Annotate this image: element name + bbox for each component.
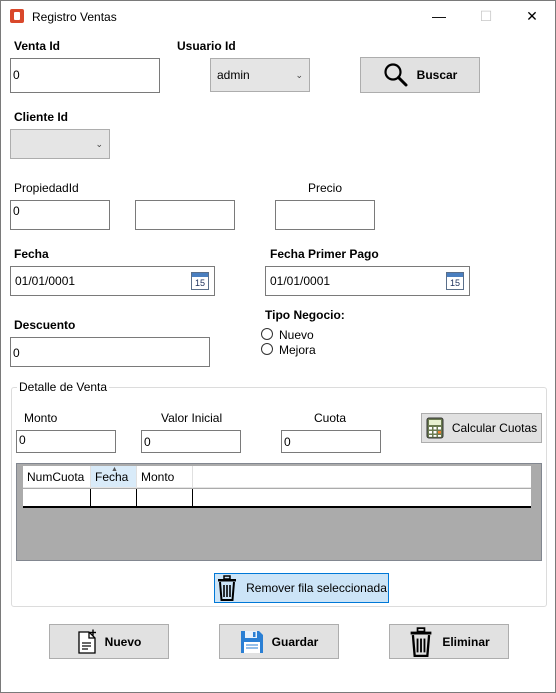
- grid-column-fecha[interactable]: ▲ Fecha: [91, 466, 137, 487]
- calculator-icon: [426, 417, 444, 439]
- usuario-id-value: admin: [217, 68, 250, 82]
- propiedad-id-input[interactable]: 0: [10, 200, 110, 230]
- cuota-input[interactable]: 0: [281, 430, 381, 453]
- cliente-id-select[interactable]: ⌄: [10, 129, 110, 159]
- title-bar: Registro Ventas — ☐ ✕: [1, 1, 555, 32]
- descuento-label: Descuento: [14, 318, 76, 332]
- trash-icon: [218, 575, 237, 601]
- chevron-down-icon: ⌄: [295, 70, 303, 80]
- radio-mejora-label[interactable]: Mejora: [279, 343, 316, 357]
- chevron-down-icon: ⌄: [95, 139, 103, 149]
- usuario-id-label: Usuario Id: [177, 39, 236, 53]
- cliente-id-label: Cliente Id: [14, 110, 69, 124]
- eliminar-button[interactable]: Eliminar: [389, 624, 509, 659]
- window-title: Registro Ventas: [32, 10, 117, 24]
- grid-header: NumCuota ▲ Fecha Monto: [23, 466, 531, 488]
- fecha-primer-pago-value: 01/01/0001: [270, 274, 331, 288]
- registro-ventas-window: Registro Ventas — ☐ ✕ Venta Id 0 Usuario…: [0, 0, 556, 693]
- grid-cell[interactable]: [137, 489, 193, 506]
- venta-id-label: Venta Id: [14, 39, 61, 53]
- precio-label: Precio: [308, 181, 343, 195]
- guardar-button[interactable]: Guardar: [219, 624, 339, 659]
- cuota-label: Cuota: [314, 411, 347, 425]
- trash-icon: [410, 626, 432, 657]
- precio-input[interactable]: [275, 200, 375, 230]
- radio-nuevo-label[interactable]: Nuevo: [279, 328, 314, 342]
- fecha-value: 01/01/0001: [15, 274, 76, 288]
- radio-mejora[interactable]: [261, 343, 273, 355]
- nuevo-label: Nuevo: [104, 634, 142, 649]
- fecha-primer-pago-label: Fecha Primer Pago: [270, 247, 379, 261]
- save-icon: [240, 630, 263, 653]
- fecha-primer-pago-date-picker[interactable]: 01/01/0001 15: [265, 266, 470, 296]
- fecha-label: Fecha: [14, 247, 49, 261]
- fecha-date-picker[interactable]: 01/01/0001 15: [10, 266, 215, 296]
- valor-inicial-label: Valor Inicial: [161, 411, 223, 425]
- remover-fila-label: Remover fila seleccionada: [246, 581, 387, 595]
- grid-column-monto[interactable]: Monto: [137, 466, 193, 487]
- monto-input[interactable]: 0: [16, 430, 116, 453]
- venta-id-input[interactable]: 0: [10, 58, 160, 93]
- guardar-label: Guardar: [271, 634, 319, 649]
- monto-label: Monto: [24, 411, 58, 425]
- remover-fila-button[interactable]: Remover fila seleccionada: [214, 573, 389, 603]
- buscar-label: Buscar: [416, 68, 458, 82]
- table-row[interactable]: [23, 489, 531, 508]
- grid-column-numcuota[interactable]: NumCuota: [23, 466, 91, 487]
- calendar-icon[interactable]: 15: [446, 272, 464, 290]
- tipo-negocio-label: Tipo Negocio:: [265, 308, 345, 322]
- minimize-button[interactable]: —: [416, 1, 462, 32]
- detalle-venta-title: Detalle de Venta: [17, 380, 110, 394]
- buscar-button[interactable]: Buscar: [360, 57, 480, 93]
- eliminar-label: Eliminar: [442, 634, 490, 649]
- close-button[interactable]: ✕: [509, 1, 555, 32]
- descuento-input[interactable]: 0: [10, 337, 210, 367]
- calcular-cuotas-label: Calcular Cuotas: [451, 421, 538, 435]
- calcular-cuotas-button[interactable]: Calcular Cuotas: [421, 413, 542, 443]
- search-icon: [384, 63, 408, 87]
- nuevo-button[interactable]: Nuevo: [49, 624, 169, 659]
- grid-cell[interactable]: [91, 489, 137, 506]
- radio-nuevo[interactable]: [261, 328, 273, 340]
- cuotas-grid[interactable]: NumCuota ▲ Fecha Monto: [16, 463, 542, 561]
- sort-ascending-icon: ▲: [111, 466, 118, 473]
- usuario-id-select[interactable]: admin ⌄: [210, 58, 310, 92]
- propiedad-id-label: PropiedadId: [14, 181, 79, 195]
- valor-inicial-input[interactable]: 0: [141, 430, 241, 453]
- app-icon: [10, 9, 24, 23]
- calendar-icon[interactable]: 15: [191, 272, 209, 290]
- grid-cell[interactable]: [23, 489, 91, 506]
- maximize-button: ☐: [479, 8, 493, 24]
- new-document-icon: [78, 629, 96, 654]
- propiedad-descripcion-input[interactable]: [135, 200, 235, 230]
